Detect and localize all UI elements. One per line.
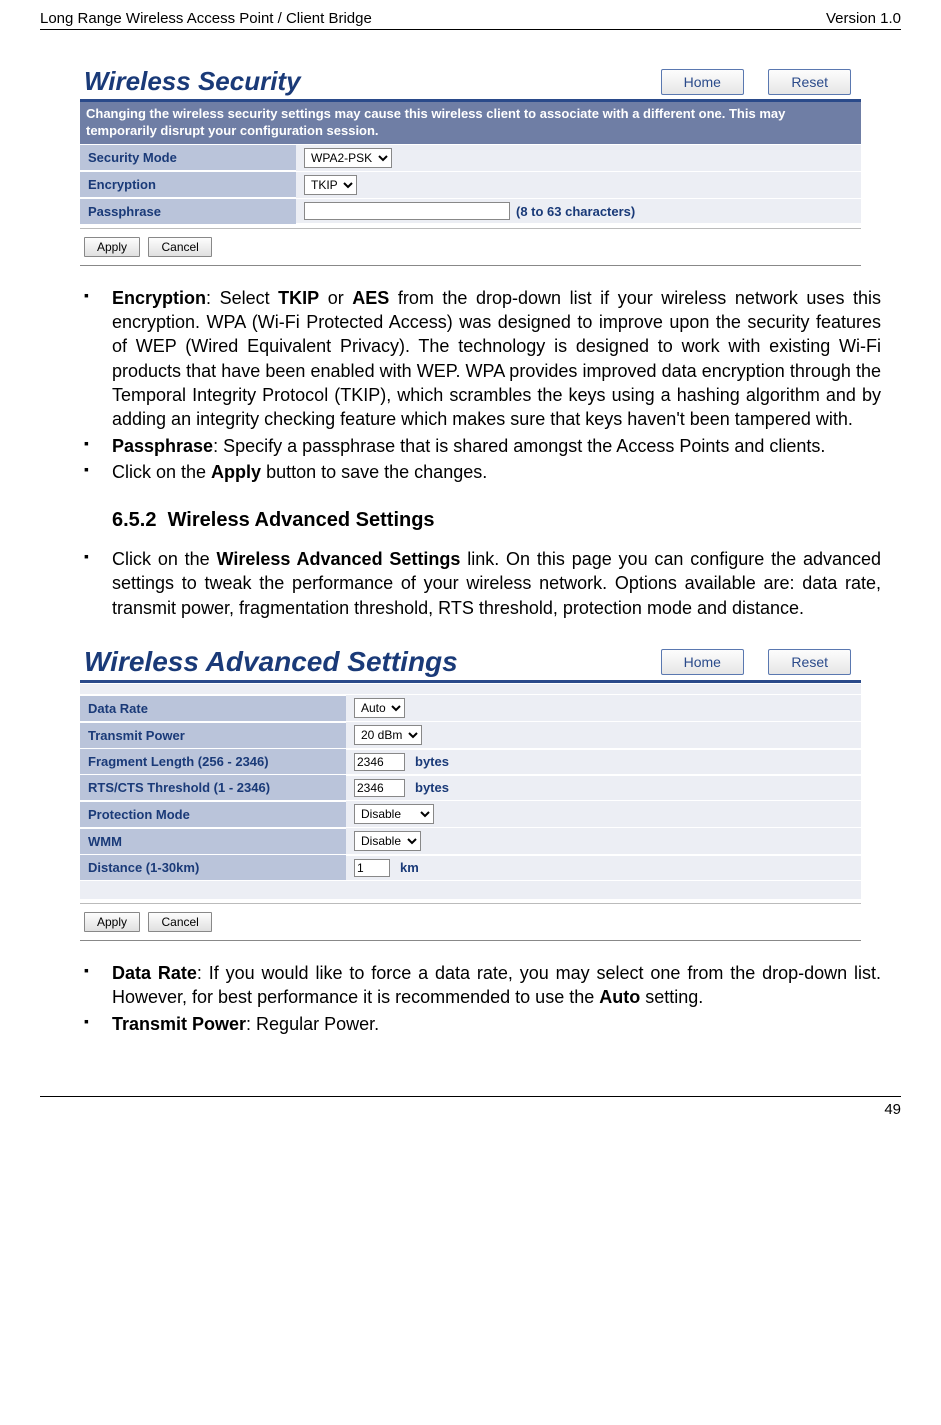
rts-threshold-label: RTS/CTS Threshold (1 - 2346) [80,775,346,800]
doc-title: Long Range Wireless Access Point / Clien… [40,10,372,27]
unit-label: bytes [415,754,449,769]
security-mode-select[interactable]: WPA2-PSK [304,148,392,168]
passphrase-hint: (8 to 63 characters) [516,204,635,219]
list-item: Click on the Apply button to save the ch… [70,460,881,484]
doc-version: Version 1.0 [826,10,901,27]
encryption-label: Encryption [80,172,296,197]
apply-button[interactable]: Apply [84,912,140,932]
unit-label: km [400,860,419,875]
wireless-security-panel: Wireless Security Home Reset Changing th… [80,60,861,266]
list-item: Passphrase: Specify a passphrase that is… [70,434,881,458]
data-rate-label: Data Rate [80,696,346,721]
data-rate-select[interactable]: Auto [354,698,405,718]
wmm-label: WMM [80,829,346,854]
panel-title: Wireless Security [84,66,301,97]
apply-button[interactable]: Apply [84,237,140,257]
list-item: Data Rate: If you would like to force a … [70,961,881,1010]
transmit-power-select[interactable]: 20 dBm [354,725,422,745]
page-header: Long Range Wireless Access Point / Clien… [40,10,901,30]
list-item: Encryption: Select TKIP or AES from the … [70,286,881,432]
cancel-button[interactable]: Cancel [148,237,211,257]
reset-button[interactable]: Reset [768,649,851,675]
encryption-select[interactable]: TKIP [304,175,357,195]
list-item: Transmit Power: Regular Power. [70,1012,881,1036]
transmit-power-label: Transmit Power [80,723,346,748]
page-footer: 49 [40,1096,901,1122]
security-mode-label: Security Mode [80,145,296,170]
wireless-advanced-panel: Wireless Advanced Settings Home Reset Da… [80,640,861,941]
wmm-select[interactable]: Disable [354,831,421,851]
rts-threshold-input[interactable] [354,779,405,797]
fragment-length-input[interactable] [354,753,405,771]
unit-label: bytes [415,780,449,795]
page-number: 49 [884,1101,901,1118]
home-button[interactable]: Home [661,69,744,95]
protection-mode-label: Protection Mode [80,802,346,827]
reset-button[interactable]: Reset [768,69,851,95]
list-item: Click on the Wireless Advanced Settings … [70,547,881,620]
info-message: Changing the wireless security settings … [80,102,861,144]
section-heading: 6.5.2 Wireless Advanced Settings [112,509,881,532]
distance-input[interactable] [354,859,390,877]
cancel-button[interactable]: Cancel [148,912,211,932]
panel-title: Wireless Advanced Settings [84,646,458,678]
passphrase-input[interactable] [304,202,510,220]
home-button[interactable]: Home [661,649,744,675]
passphrase-label: Passphrase [80,199,296,224]
protection-mode-select[interactable]: Disable [354,804,434,824]
fragment-length-label: Fragment Length (256 - 2346) [80,749,346,774]
distance-label: Distance (1-30km) [80,855,346,880]
